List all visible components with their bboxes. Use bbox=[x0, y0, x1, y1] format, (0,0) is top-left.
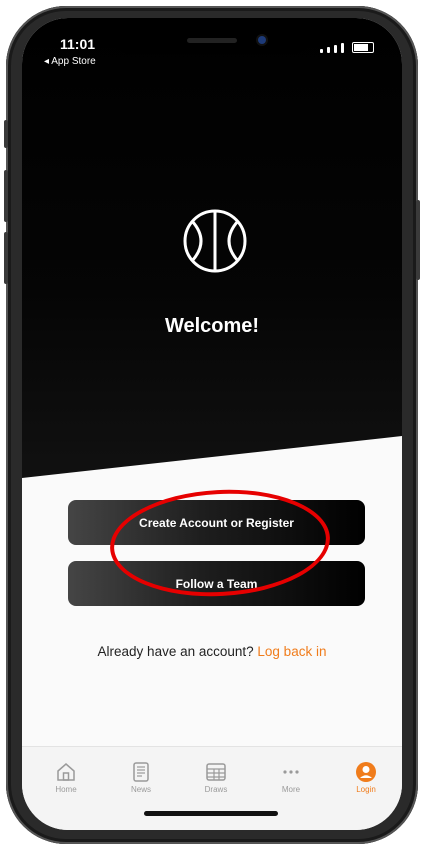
more-icon bbox=[283, 770, 299, 774]
tab-more-label: More bbox=[281, 785, 301, 794]
signal-bar bbox=[341, 43, 344, 53]
create-account-button[interactable]: Create Account or Register bbox=[68, 500, 365, 545]
tab-login[interactable]: Login bbox=[336, 761, 396, 794]
speaker-grille bbox=[187, 38, 237, 43]
home-icon bbox=[57, 763, 75, 781]
follow-team-button[interactable]: Follow a Team bbox=[68, 561, 365, 606]
volume-down-button bbox=[4, 232, 8, 284]
home-indicator[interactable] bbox=[144, 811, 278, 816]
phone-screen: 11:01 ◂ App Store Welcome! Create Accoun… bbox=[22, 18, 402, 830]
tab-news-label: News bbox=[130, 785, 151, 794]
tab-login-label: Login bbox=[356, 785, 376, 794]
notch bbox=[112, 18, 312, 54]
status-indicators bbox=[320, 42, 374, 53]
signal-bar bbox=[327, 47, 330, 53]
user-icon bbox=[356, 762, 376, 782]
tab-draws[interactable]: Draws bbox=[186, 761, 246, 794]
back-to-app-store[interactable]: ◂ App Store bbox=[44, 56, 96, 67]
tab-bar: Home News Draws More Login bbox=[22, 746, 402, 830]
front-camera bbox=[258, 36, 266, 44]
welcome-heading: Welcome! bbox=[164, 315, 260, 337]
tab-news[interactable]: News bbox=[111, 761, 171, 794]
mute-switch bbox=[4, 120, 8, 148]
login-prompt: Already have an account? Log back in bbox=[22, 644, 402, 659]
power-button bbox=[416, 200, 420, 280]
signal-bar bbox=[334, 45, 337, 53]
signal-icon bbox=[320, 49, 323, 53]
tab-home-label: Home bbox=[55, 785, 77, 794]
volume-up-button bbox=[4, 170, 8, 222]
status-time: 11:01 bbox=[60, 36, 96, 52]
tab-home[interactable]: Home bbox=[36, 761, 96, 794]
tab-draws-label: Draws bbox=[204, 785, 228, 794]
basketball-icon bbox=[183, 209, 247, 273]
battery-icon bbox=[352, 42, 374, 53]
tab-more[interactable]: More bbox=[261, 761, 321, 794]
news-icon bbox=[133, 762, 149, 782]
login-prompt-text: Already have an account? bbox=[97, 644, 254, 659]
draws-icon bbox=[206, 763, 226, 781]
log-back-in-link[interactable]: Log back in bbox=[257, 644, 326, 659]
